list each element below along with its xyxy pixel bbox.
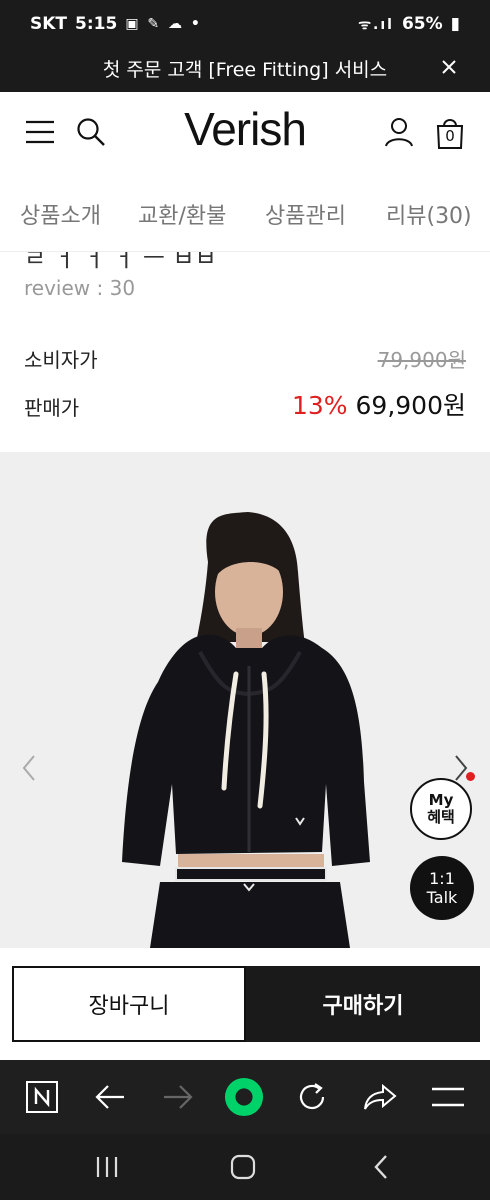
home-icon[interactable] <box>226 1150 260 1184</box>
my-benefit-line1: My <box>428 791 454 809</box>
status-right: ᯤ.ıl 65% ▮ <box>358 14 460 34</box>
header: Verish 0 <box>0 92 490 176</box>
promo-banner: 첫 주문 고객 [Free Fitting] 서비스 <box>0 44 490 92</box>
brand-logo[interactable]: Verish <box>0 102 490 156</box>
recent-apps-icon[interactable] <box>90 1150 124 1184</box>
naver-icon[interactable] <box>22 1077 62 1117</box>
promo-text: 첫 주문 고객 [Free Fitting] 서비스 <box>102 58 388 81</box>
sale-price: 69,900원 <box>355 391 466 420</box>
add-to-cart-button[interactable]: 장바구니 <box>12 966 246 1042</box>
close-icon[interactable] <box>434 52 464 82</box>
signal-icon: ᯤ.ıl <box>358 16 394 33</box>
discount-rate: 13% <box>291 391 348 420</box>
cart-count: 0 <box>445 127 455 145</box>
menu-icon[interactable] <box>428 1077 468 1117</box>
talk-line2: Talk <box>426 888 458 907</box>
purchase-actions: 장바구니 구매하기 <box>0 948 490 1060</box>
share-icon[interactable] <box>360 1077 400 1117</box>
back-arrow-icon[interactable] <box>90 1077 130 1117</box>
back-icon[interactable] <box>364 1150 398 1184</box>
tab-exchange-refund[interactable]: 교환/환불 <box>138 198 226 230</box>
forward-arrow-icon[interactable] <box>158 1077 198 1117</box>
tab-product-intro[interactable]: 상품소개 <box>20 198 101 230</box>
notification-icons: ▣ ✎ ☁ • <box>125 16 202 32</box>
notification-dot <box>466 772 475 781</box>
review-count[interactable]: review : 30 <box>24 276 135 300</box>
my-benefit-button[interactable]: My 혜택 <box>410 778 472 840</box>
sale-price-label: 판매가 <box>24 396 80 420</box>
battery-icon: ▮ <box>450 14 460 34</box>
browser-toolbar <box>0 1060 490 1134</box>
time-label: 5:15 <box>75 14 118 34</box>
buy-now-button[interactable]: 구매하기 <box>246 966 480 1042</box>
consumer-price-label: 소비자가 <box>24 348 98 372</box>
carrier-label: SKT <box>30 14 68 34</box>
product-gallery[interactable]: My 혜택 1:1 Talk <box>0 452 490 948</box>
tab-product-care[interactable]: 상품관리 <box>265 198 346 230</box>
product-title-fragment: ㄹ ㅓ ㅓ ㅓ ㅡ ㅂㅂ <box>24 252 217 272</box>
prev-arrow-icon[interactable] <box>18 752 40 784</box>
product-info: ㄹ ㅓ ㅓ ㅓ ㅡ ㅂㅂ review : 30 소비자가 79,900원 판매… <box>0 252 490 452</box>
status-left: SKT 5:15 ▣ ✎ ☁ • <box>30 14 202 34</box>
refresh-icon[interactable] <box>292 1077 332 1117</box>
tab-reviews[interactable]: 리뷰(30) <box>386 198 472 230</box>
detail-tabs: 상품소개 교환/환불 상품관리 리뷰(30) <box>0 176 490 252</box>
sale-price-row: 13% 69,900원 <box>292 386 466 422</box>
cart-icon[interactable]: 0 <box>434 116 466 150</box>
account-icon[interactable] <box>383 116 415 148</box>
consumer-price: 79,900원 <box>377 348 466 372</box>
talk-button[interactable]: 1:1 Talk <box>410 856 474 920</box>
battery-label: 65% <box>401 14 443 34</box>
green-dot-icon[interactable] <box>224 1077 264 1117</box>
talk-line1: 1:1 <box>429 869 455 888</box>
system-nav-bar <box>0 1134 490 1200</box>
my-benefit-line2: 혜택 <box>427 808 455 826</box>
status-bar: SKT 5:15 ▣ ✎ ☁ • ᯤ.ıl 65% ▮ <box>0 0 490 48</box>
